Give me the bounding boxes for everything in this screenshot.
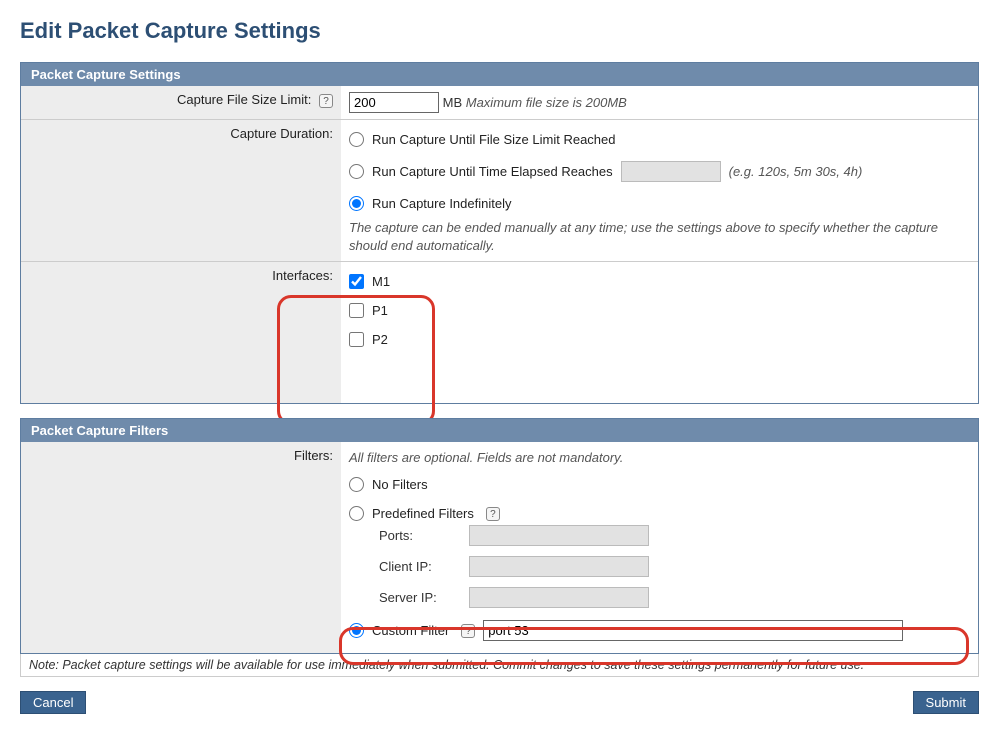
filter-opt-custom: Custom Filter (372, 623, 449, 638)
interface-checkbox-m1[interactable] (349, 274, 364, 289)
packet-capture-settings-panel: Packet Capture Settings Capture File Siz… (20, 62, 979, 404)
predef-ports-input[interactable] (469, 525, 649, 546)
duration-opt-size: Run Capture Until File Size Limit Reache… (372, 132, 616, 147)
interface-label-p2: P2 (372, 332, 388, 347)
filter-radio-custom[interactable] (349, 623, 364, 638)
page-title: Edit Packet Capture Settings (20, 18, 979, 44)
packet-capture-filters-panel: Packet Capture Filters Filters: All filt… (20, 418, 979, 654)
custom-filter-input[interactable] (483, 620, 903, 641)
predef-ports-label: Ports: (379, 528, 459, 543)
predef-client-input[interactable] (469, 556, 649, 577)
duration-radio-time[interactable] (349, 164, 364, 179)
filter-opt-predefined: Predefined Filters (372, 506, 474, 521)
cancel-button[interactable]: Cancel (20, 691, 86, 714)
submit-button[interactable]: Submit (913, 691, 979, 714)
filter-opt-none: No Filters (372, 477, 428, 492)
duration-radio-size[interactable] (349, 132, 364, 147)
duration-note: The capture can be ended manually at any… (349, 219, 970, 255)
filters-label: Filters: (294, 448, 333, 463)
filters-panel-header: Packet Capture Filters (21, 419, 978, 442)
interfaces-label: Interfaces: (272, 268, 333, 283)
filter-radio-none[interactable] (349, 477, 364, 492)
filter-radio-predefined[interactable] (349, 506, 364, 521)
file-size-hint: Maximum file size is 200MB (466, 95, 627, 110)
file-size-unit: MB (443, 95, 463, 110)
file-size-input[interactable] (349, 92, 439, 113)
settings-panel-header: Packet Capture Settings (21, 63, 978, 86)
interface-checkbox-p2[interactable] (349, 332, 364, 347)
duration-opt-indef: Run Capture Indefinitely (372, 196, 511, 211)
predef-client-label: Client IP: (379, 559, 459, 574)
interface-checkbox-p1[interactable] (349, 303, 364, 318)
filters-note: All filters are optional. Fields are not… (349, 450, 970, 465)
help-icon[interactable]: ? (319, 94, 333, 108)
duration-label: Capture Duration: (230, 126, 333, 141)
duration-radio-indef[interactable] (349, 196, 364, 211)
interface-label-p1: P1 (372, 303, 388, 318)
help-icon[interactable]: ? (461, 624, 475, 638)
duration-time-hint: (e.g. 120s, 5m 30s, 4h) (729, 164, 863, 179)
footer-note: Note: Packet capture settings will be av… (20, 654, 979, 677)
predef-server-input[interactable] (469, 587, 649, 608)
file-size-label: Capture File Size Limit: (177, 92, 311, 107)
duration-opt-time: Run Capture Until Time Elapsed Reaches (372, 164, 613, 179)
duration-time-input[interactable] (621, 161, 721, 182)
interface-label-m1: M1 (372, 274, 390, 289)
help-icon[interactable]: ? (486, 507, 500, 521)
predef-server-label: Server IP: (379, 590, 459, 605)
